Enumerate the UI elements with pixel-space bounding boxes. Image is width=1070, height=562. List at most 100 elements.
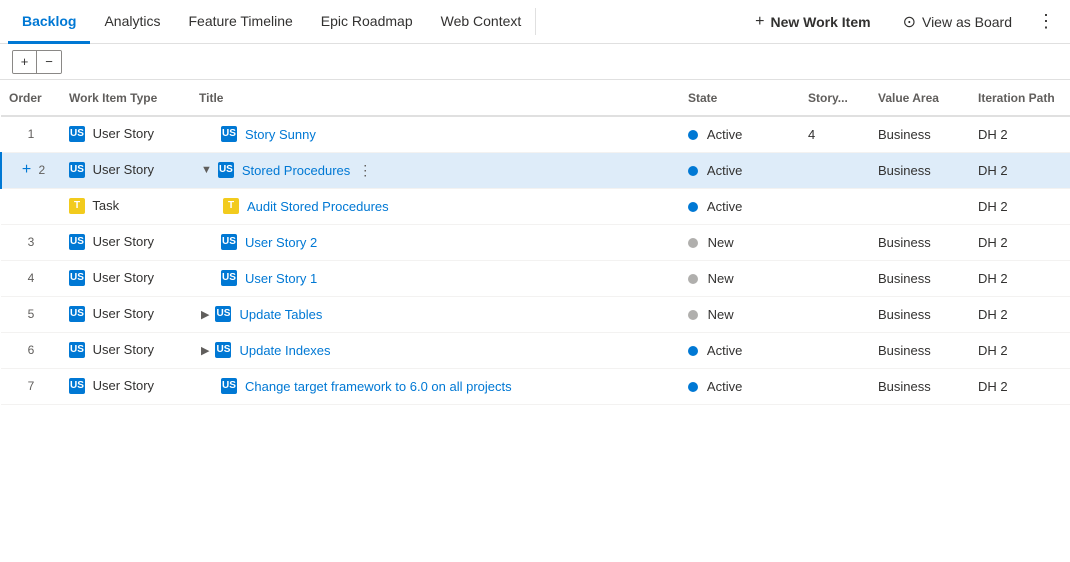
add-child-button[interactable]: +	[18, 161, 35, 179]
work-item-type-label: User Story	[93, 162, 154, 177]
cell-value-area: Business	[870, 116, 970, 152]
table-row[interactable]: 1 US User Story US Story Sunny Active 4 …	[1, 116, 1070, 152]
col-header-work-item-type: Work Item Type	[61, 80, 191, 116]
order-value: 3	[28, 235, 35, 249]
iteration-path-label: DH 2	[978, 271, 1008, 286]
title-work-item-icon: US	[215, 306, 231, 322]
table-row[interactable]: 3 US User Story US User Story 2 New Busi…	[1, 224, 1070, 260]
table-row[interactable]: + 2 US User Story ▼ US Stored Procedures…	[1, 152, 1070, 188]
cell-state: New	[680, 296, 800, 332]
circle-arrow-icon: ⊙	[903, 12, 916, 32]
nav-tab-backlog[interactable]: Backlog	[8, 1, 90, 44]
work-item-type-label: User Story	[93, 126, 154, 141]
iteration-path-label: DH 2	[978, 235, 1008, 250]
expand-collapse-controls: + −	[12, 50, 62, 74]
col-header-order: Order	[1, 80, 61, 116]
cell-title[interactable]: ▶ US Update Indexes	[191, 332, 680, 368]
cell-title[interactable]: ▼ US Stored Procedures ⋮	[191, 152, 680, 188]
value-area-label: Business	[878, 163, 931, 178]
cell-state: Active	[680, 152, 800, 188]
state-dot	[688, 238, 698, 248]
cell-title[interactable]: US Change target framework to 6.0 on all…	[191, 368, 680, 404]
value-area-label: Business	[878, 127, 931, 142]
nav-tab-web-context[interactable]: Web Context	[427, 1, 536, 44]
title-link[interactable]: Change target framework to 6.0 on all pr…	[245, 379, 512, 394]
nav-tab-epic-roadmap[interactable]: Epic Roadmap	[307, 1, 427, 44]
cell-title[interactable]: US User Story 1	[191, 260, 680, 296]
col-header-title: Title	[191, 80, 680, 116]
title-link[interactable]: Stored Procedures	[242, 163, 350, 178]
view-as-board-button[interactable]: ⊙ View as Board	[889, 6, 1026, 38]
cell-iteration-path: DH 2	[970, 296, 1070, 332]
cell-order: + 2	[1, 152, 61, 188]
title-link[interactable]: Update Indexes	[239, 343, 330, 358]
work-item-type-icon: T	[69, 198, 85, 214]
more-icon: ⋮	[1037, 11, 1055, 32]
work-item-type-label: User Story	[93, 306, 154, 321]
order-value: 7	[28, 379, 35, 393]
work-item-type-icon: US	[69, 270, 85, 286]
work-item-type-label: User Story	[93, 234, 154, 249]
nav-actions: + New Work Item ⊙ View as Board ⋮	[741, 0, 1062, 43]
work-item-type-label: User Story	[93, 378, 154, 393]
cell-title[interactable]: US User Story 2	[191, 224, 680, 260]
plus-icon: +	[755, 13, 764, 31]
title-link[interactable]: User Story 2	[245, 235, 317, 250]
title-link[interactable]: Audit Stored Procedures	[247, 199, 389, 214]
cell-title[interactable]: T Audit Stored Procedures	[191, 188, 680, 224]
more-options-button[interactable]: ⋮	[1030, 6, 1062, 38]
expand-all-button[interactable]: +	[13, 51, 37, 73]
cell-title[interactable]: US Story Sunny	[191, 116, 680, 152]
state-label: New	[708, 271, 734, 286]
iteration-path-label: DH 2	[978, 163, 1008, 178]
backlog-table-container: Order Work Item Type Title State Story..…	[0, 80, 1070, 562]
table-row[interactable]: 5 US User Story ▶ US Update Tables New B…	[1, 296, 1070, 332]
cell-story-points	[800, 152, 870, 188]
iteration-path-label: DH 2	[978, 343, 1008, 358]
cell-order: 6	[1, 332, 61, 368]
state-label: Active	[707, 199, 742, 214]
expand-row-button[interactable]: ▶	[199, 342, 211, 359]
cell-state: New	[680, 260, 800, 296]
work-item-type-label: User Story	[93, 342, 154, 357]
expand-row-button[interactable]: ▼	[199, 162, 214, 178]
work-item-type-label: User Story	[93, 270, 154, 285]
view-as-board-label: View as Board	[922, 14, 1012, 30]
state-dot	[688, 202, 698, 212]
row-context-menu-button[interactable]: ⋮	[354, 160, 376, 181]
cell-order: 1	[1, 116, 61, 152]
story-points-value: 4	[808, 127, 815, 142]
cell-order: 5	[1, 296, 61, 332]
table-row[interactable]: T Task T Audit Stored Procedures Active …	[1, 188, 1070, 224]
table-row[interactable]: 4 US User Story US User Story 1 New Busi…	[1, 260, 1070, 296]
title-link[interactable]: Update Tables	[239, 307, 322, 322]
state-dot	[688, 130, 698, 140]
title-link[interactable]: User Story 1	[245, 271, 317, 286]
value-area-label: Business	[878, 379, 931, 394]
cell-state: Active	[680, 116, 800, 152]
table-row[interactable]: 7 US User Story US Change target framewo…	[1, 368, 1070, 404]
expand-row-button[interactable]: ▶	[199, 306, 211, 323]
value-area-label: Business	[878, 235, 931, 250]
cell-story-points	[800, 332, 870, 368]
nav-divider	[535, 8, 536, 35]
table-row[interactable]: 6 US User Story ▶ US Update Indexes Acti…	[1, 332, 1070, 368]
state-dot	[688, 310, 698, 320]
state-label: Active	[707, 163, 742, 178]
cell-story-points	[800, 368, 870, 404]
cell-story-points: 4	[800, 116, 870, 152]
cell-iteration-path: DH 2	[970, 116, 1070, 152]
cell-type: US User Story	[61, 260, 191, 296]
title-work-item-icon: US	[221, 126, 237, 142]
state-label: New	[708, 235, 734, 250]
collapse-all-button[interactable]: −	[37, 51, 61, 73]
title-link[interactable]: Story Sunny	[245, 127, 316, 142]
cell-type: T Task	[61, 188, 191, 224]
new-work-item-button[interactable]: + New Work Item	[741, 7, 884, 37]
nav-tab-feature-timeline[interactable]: Feature Timeline	[175, 1, 307, 44]
cell-title[interactable]: ▶ US Update Tables	[191, 296, 680, 332]
work-item-type-icon: US	[69, 126, 85, 142]
nav-tab-analytics[interactable]: Analytics	[90, 1, 174, 44]
state-label: Active	[707, 343, 742, 358]
state-dot	[688, 346, 698, 356]
